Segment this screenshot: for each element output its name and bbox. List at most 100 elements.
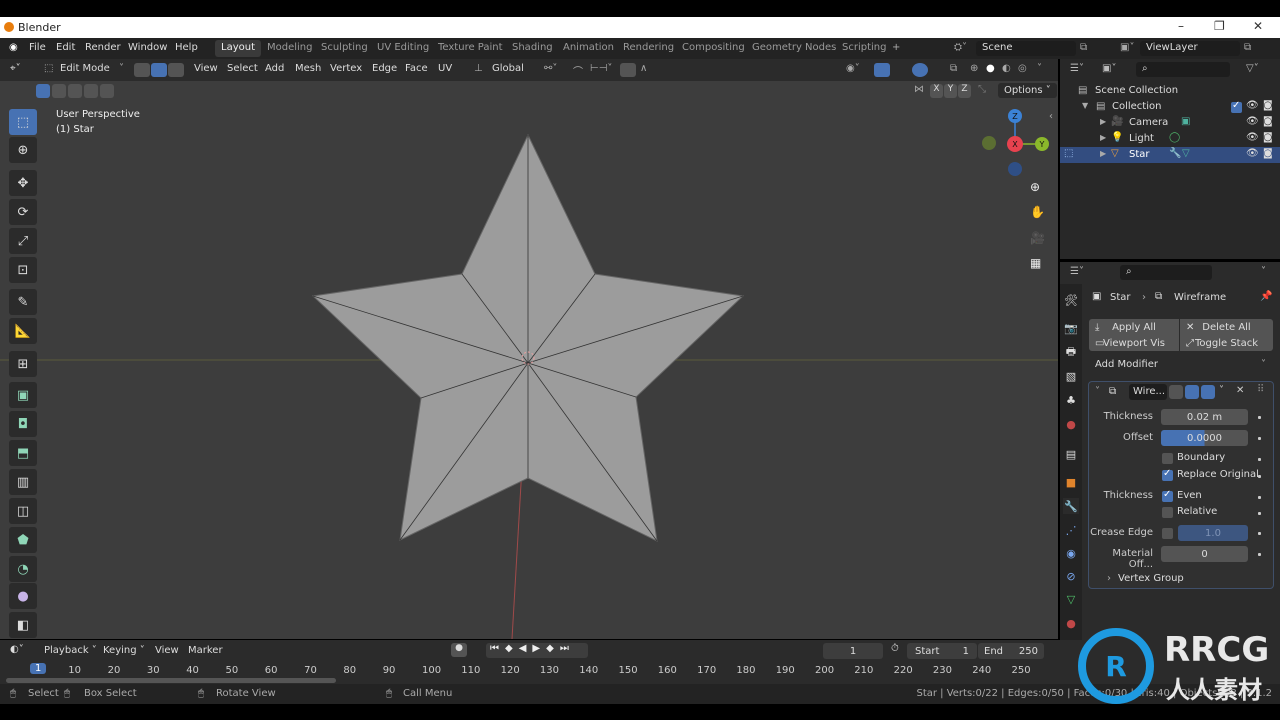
auto-keying-button[interactable]: ● bbox=[451, 643, 467, 657]
thickness-input[interactable]: 0.02 m bbox=[1161, 409, 1248, 425]
playback-menu[interactable]: Playback ˅ bbox=[44, 645, 97, 656]
tool-transform[interactable]: ⊡ bbox=[9, 257, 37, 283]
camera-view-icon[interactable]: 🎥 bbox=[1030, 231, 1045, 245]
overlay-toggle-button[interactable] bbox=[912, 63, 928, 77]
render-camera-icon[interactable]: ◙ bbox=[1263, 116, 1273, 127]
camera-data-icon[interactable]: ▣ bbox=[1181, 116, 1190, 127]
new-scene-icon[interactable]: ⧉ bbox=[1080, 42, 1087, 53]
select-intersect-button[interactable] bbox=[100, 84, 114, 98]
rendered-shading-icon[interactable]: ◎ bbox=[1018, 63, 1027, 74]
render-camera-icon[interactable]: ◙ bbox=[1263, 100, 1273, 111]
select-new-button[interactable] bbox=[36, 84, 50, 98]
edit-mode-toggle[interactable] bbox=[1169, 385, 1183, 399]
menu-vertex[interactable]: Vertex bbox=[330, 63, 362, 74]
replace-original-checkbox[interactable] bbox=[1162, 468, 1173, 481]
expand-icon[interactable]: ▶ bbox=[1100, 149, 1106, 158]
visibility-icon[interactable]: ◉˅ bbox=[846, 63, 860, 74]
object-tab-icon[interactable]: ■ bbox=[1063, 474, 1079, 490]
tool-edge-slide[interactable]: ◧ bbox=[9, 612, 37, 638]
outliner-filter-icon[interactable]: ▣˅ bbox=[1102, 63, 1116, 74]
menu-file[interactable]: File bbox=[29, 42, 46, 53]
menu-mesh[interactable]: Mesh bbox=[295, 63, 321, 74]
tool-scale[interactable]: ⤢ bbox=[9, 228, 37, 254]
mirror-x-button[interactable]: X bbox=[930, 84, 943, 98]
collection-tab-icon[interactable]: ▤ bbox=[1063, 446, 1079, 462]
vertex-group-subpanel[interactable]: Vertex Group bbox=[1118, 573, 1184, 584]
outliner-item-collection[interactable]: ▼ ▤ Collection 👁 ◙ bbox=[1060, 99, 1280, 115]
crease-weight-input[interactable]: 1.0 bbox=[1178, 525, 1248, 541]
keyframe-dot[interactable] bbox=[1258, 532, 1261, 535]
tool-add-cube[interactable]: ⊞ bbox=[9, 351, 37, 377]
keyframe-dot[interactable] bbox=[1258, 437, 1261, 440]
mesh-data-icon[interactable]: ▽ bbox=[1182, 148, 1190, 159]
crease-edge-checkbox[interactable] bbox=[1162, 528, 1173, 539]
remove-modifier-icon[interactable]: ✕ bbox=[1236, 385, 1244, 396]
particles-tab-icon[interactable]: ⋰ bbox=[1063, 522, 1079, 538]
eye-icon[interactable]: 👁 bbox=[1246, 132, 1259, 143]
pivot-point-icon[interactable]: ⚯˅ bbox=[544, 63, 557, 74]
timeline-view-menu[interactable]: View bbox=[155, 645, 179, 656]
properties-options-icon[interactable]: ˅ bbox=[1261, 266, 1266, 277]
tool-spin[interactable]: ◔ bbox=[9, 556, 37, 582]
jump-end-icon[interactable]: ⏭ bbox=[560, 643, 575, 654]
minimize-button[interactable]: – bbox=[1178, 19, 1184, 33]
tab-animation[interactable]: Animation bbox=[557, 40, 620, 57]
shading-options-icon[interactable]: ˅ bbox=[1037, 63, 1042, 74]
zoom-icon[interactable]: ⊕ bbox=[1030, 180, 1040, 194]
menu-edit[interactable]: Edit bbox=[56, 42, 75, 53]
start-frame-input[interactable]: Start 1 bbox=[907, 643, 977, 659]
offset-slider[interactable]: 0.0000 bbox=[1161, 430, 1248, 446]
eye-icon[interactable]: 👁 bbox=[1246, 100, 1259, 111]
modifier-menu-chevron-icon[interactable]: ˅ bbox=[1219, 385, 1224, 396]
current-frame-marker[interactable]: 1 bbox=[30, 663, 47, 674]
edit-mode-indicator-icon[interactable]: ⬚ bbox=[1064, 148, 1073, 159]
tool-inset[interactable]: ◘ bbox=[9, 411, 37, 437]
options-dropdown[interactable]: Options ˅ bbox=[998, 83, 1057, 98]
exclude-checkbox[interactable] bbox=[1231, 100, 1242, 113]
outliner-item-star[interactable]: ⬚ ▶ ▽ Star 🔧 ▽ 👁 ◙ bbox=[1060, 147, 1280, 163]
prev-keyframe-icon[interactable]: ◆ bbox=[505, 643, 519, 654]
menu-view[interactable]: View bbox=[194, 63, 218, 74]
snap-target-icon[interactable]: ⊢⊣˅ bbox=[590, 63, 612, 74]
eye-icon[interactable]: 👁 bbox=[1246, 148, 1259, 159]
menu-help[interactable]: Help bbox=[175, 42, 198, 53]
mode-dropdown-icon[interactable]: ˅ bbox=[119, 63, 124, 74]
outliner-item-light[interactable]: ▶ 💡 Light ◯ 👁 ◙ bbox=[1060, 131, 1280, 147]
boundary-checkbox[interactable] bbox=[1162, 453, 1173, 464]
add-modifier-dropdown[interactable]: Add Modifier ˅ bbox=[1089, 357, 1273, 373]
tool-cursor[interactable]: ⊕ bbox=[9, 137, 37, 163]
tab-sculpting[interactable]: Sculpting bbox=[315, 40, 374, 57]
world-tab-icon[interactable]: ● bbox=[1063, 416, 1079, 432]
select-extend-button[interactable] bbox=[52, 84, 66, 98]
tab-texture-paint[interactable]: Texture Paint bbox=[432, 40, 509, 57]
orientation-selector[interactable]: Global bbox=[492, 63, 524, 74]
render-tab-icon[interactable]: 📷 bbox=[1063, 320, 1079, 336]
vertex-select-button[interactable] bbox=[134, 63, 150, 77]
view-layer-tab-icon[interactable]: ▧ bbox=[1063, 368, 1079, 384]
menu-edge[interactable]: Edge bbox=[372, 63, 397, 74]
tool-annotate[interactable]: ✎ bbox=[9, 289, 37, 315]
stopwatch-icon[interactable]: ⏱ bbox=[891, 643, 899, 654]
tool-rotate[interactable]: ⟳ bbox=[9, 199, 37, 225]
timeline-scrollbar[interactable] bbox=[6, 678, 336, 683]
sidebar-toggle-icon[interactable]: ‹ bbox=[1049, 111, 1053, 122]
properties-search-input[interactable]: ⌕ bbox=[1120, 265, 1212, 280]
light-data-icon[interactable]: ◯ bbox=[1169, 132, 1180, 143]
output-tab-icon[interactable]: 🖶 bbox=[1063, 344, 1079, 360]
tool-move[interactable]: ✥ bbox=[9, 170, 37, 196]
editor-type-icon[interactable]: ⌖˅ bbox=[10, 63, 21, 74]
gizmo-toggle-button[interactable] bbox=[874, 63, 890, 77]
tool-poly-build[interactable]: ⬟ bbox=[9, 527, 37, 553]
face-select-button[interactable] bbox=[168, 63, 184, 77]
pan-hand-icon[interactable]: ✋ bbox=[1030, 205, 1045, 219]
keyframe-dot[interactable] bbox=[1258, 512, 1261, 515]
snap-icon[interactable]: ⌒ bbox=[573, 63, 583, 78]
drag-handle-icon[interactable]: ⠿ bbox=[1257, 384, 1264, 395]
menu-select[interactable]: Select bbox=[227, 63, 258, 74]
pin-icon[interactable]: 📌 bbox=[1260, 291, 1272, 302]
filter-icon[interactable]: ▽˅ bbox=[1246, 63, 1259, 74]
modifier-name-input[interactable]: Wire... bbox=[1129, 384, 1167, 400]
display-mode-icon[interactable]: ☰˅ bbox=[1070, 63, 1084, 74]
render-camera-icon[interactable]: ◙ bbox=[1263, 148, 1273, 159]
keying-menu[interactable]: Keying ˅ bbox=[103, 645, 145, 656]
